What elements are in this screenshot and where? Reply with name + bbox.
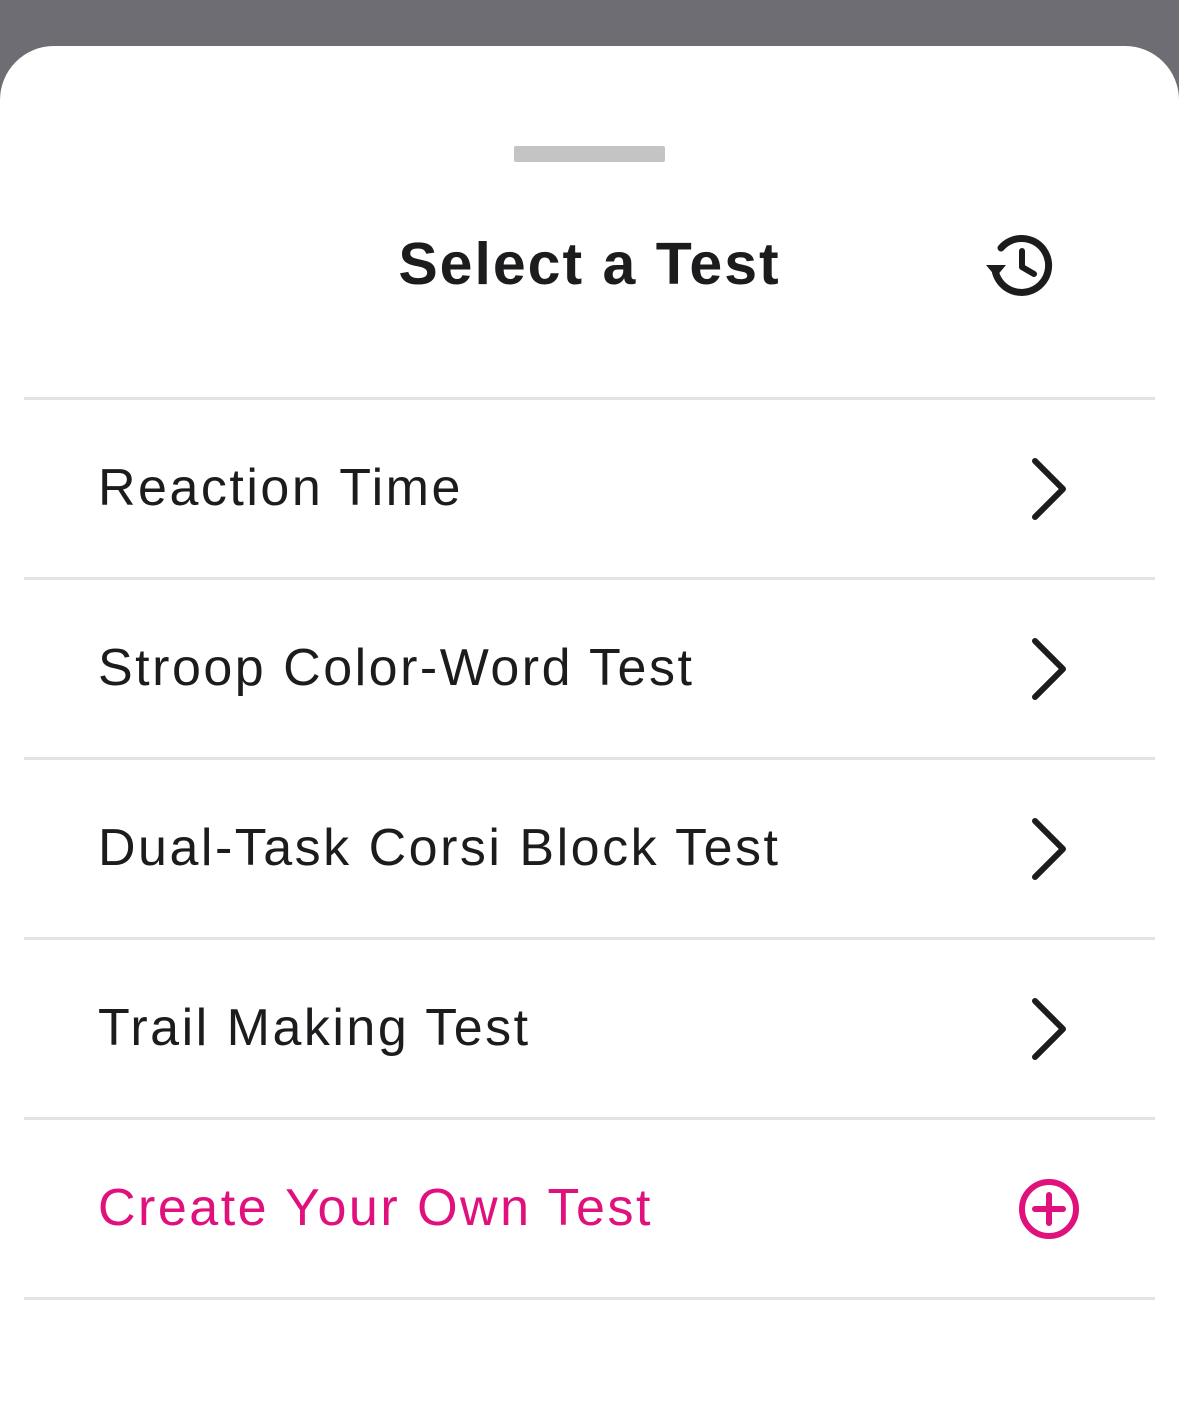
divider [24, 1297, 1155, 1300]
list-item-trail-making[interactable]: Trail Making Test [24, 940, 1155, 1117]
test-list: Reaction Time Stroop Color-Word Test Dua… [24, 397, 1155, 1300]
list-item-corsi[interactable]: Dual-Task Corsi Block Test [24, 760, 1155, 937]
bottom-sheet: Select a Test Reaction Time Stroop Color… [0, 46, 1179, 1403]
create-test-button[interactable]: Create Your Own Test [24, 1120, 1155, 1297]
chevron-right-icon [1014, 580, 1084, 757]
create-test-label: Create Your Own Test [98, 1179, 653, 1237]
chevron-right-icon [1014, 760, 1084, 937]
plus-circle-icon [1014, 1120, 1084, 1297]
chevron-right-icon [1014, 400, 1084, 577]
history-button[interactable] [980, 230, 1062, 302]
list-item-label: Trail Making Test [98, 999, 531, 1057]
chevron-right-icon [1014, 940, 1084, 1117]
list-item-label: Dual-Task Corsi Block Test [98, 819, 781, 877]
list-item-reaction-time[interactable]: Reaction Time [24, 400, 1155, 577]
list-item-label: Stroop Color-Word Test [98, 639, 695, 697]
list-item-label: Reaction Time [98, 459, 463, 517]
list-item-stroop[interactable]: Stroop Color-Word Test [24, 580, 1155, 757]
history-icon [986, 235, 1053, 296]
sheet-grabber[interactable] [514, 146, 665, 162]
